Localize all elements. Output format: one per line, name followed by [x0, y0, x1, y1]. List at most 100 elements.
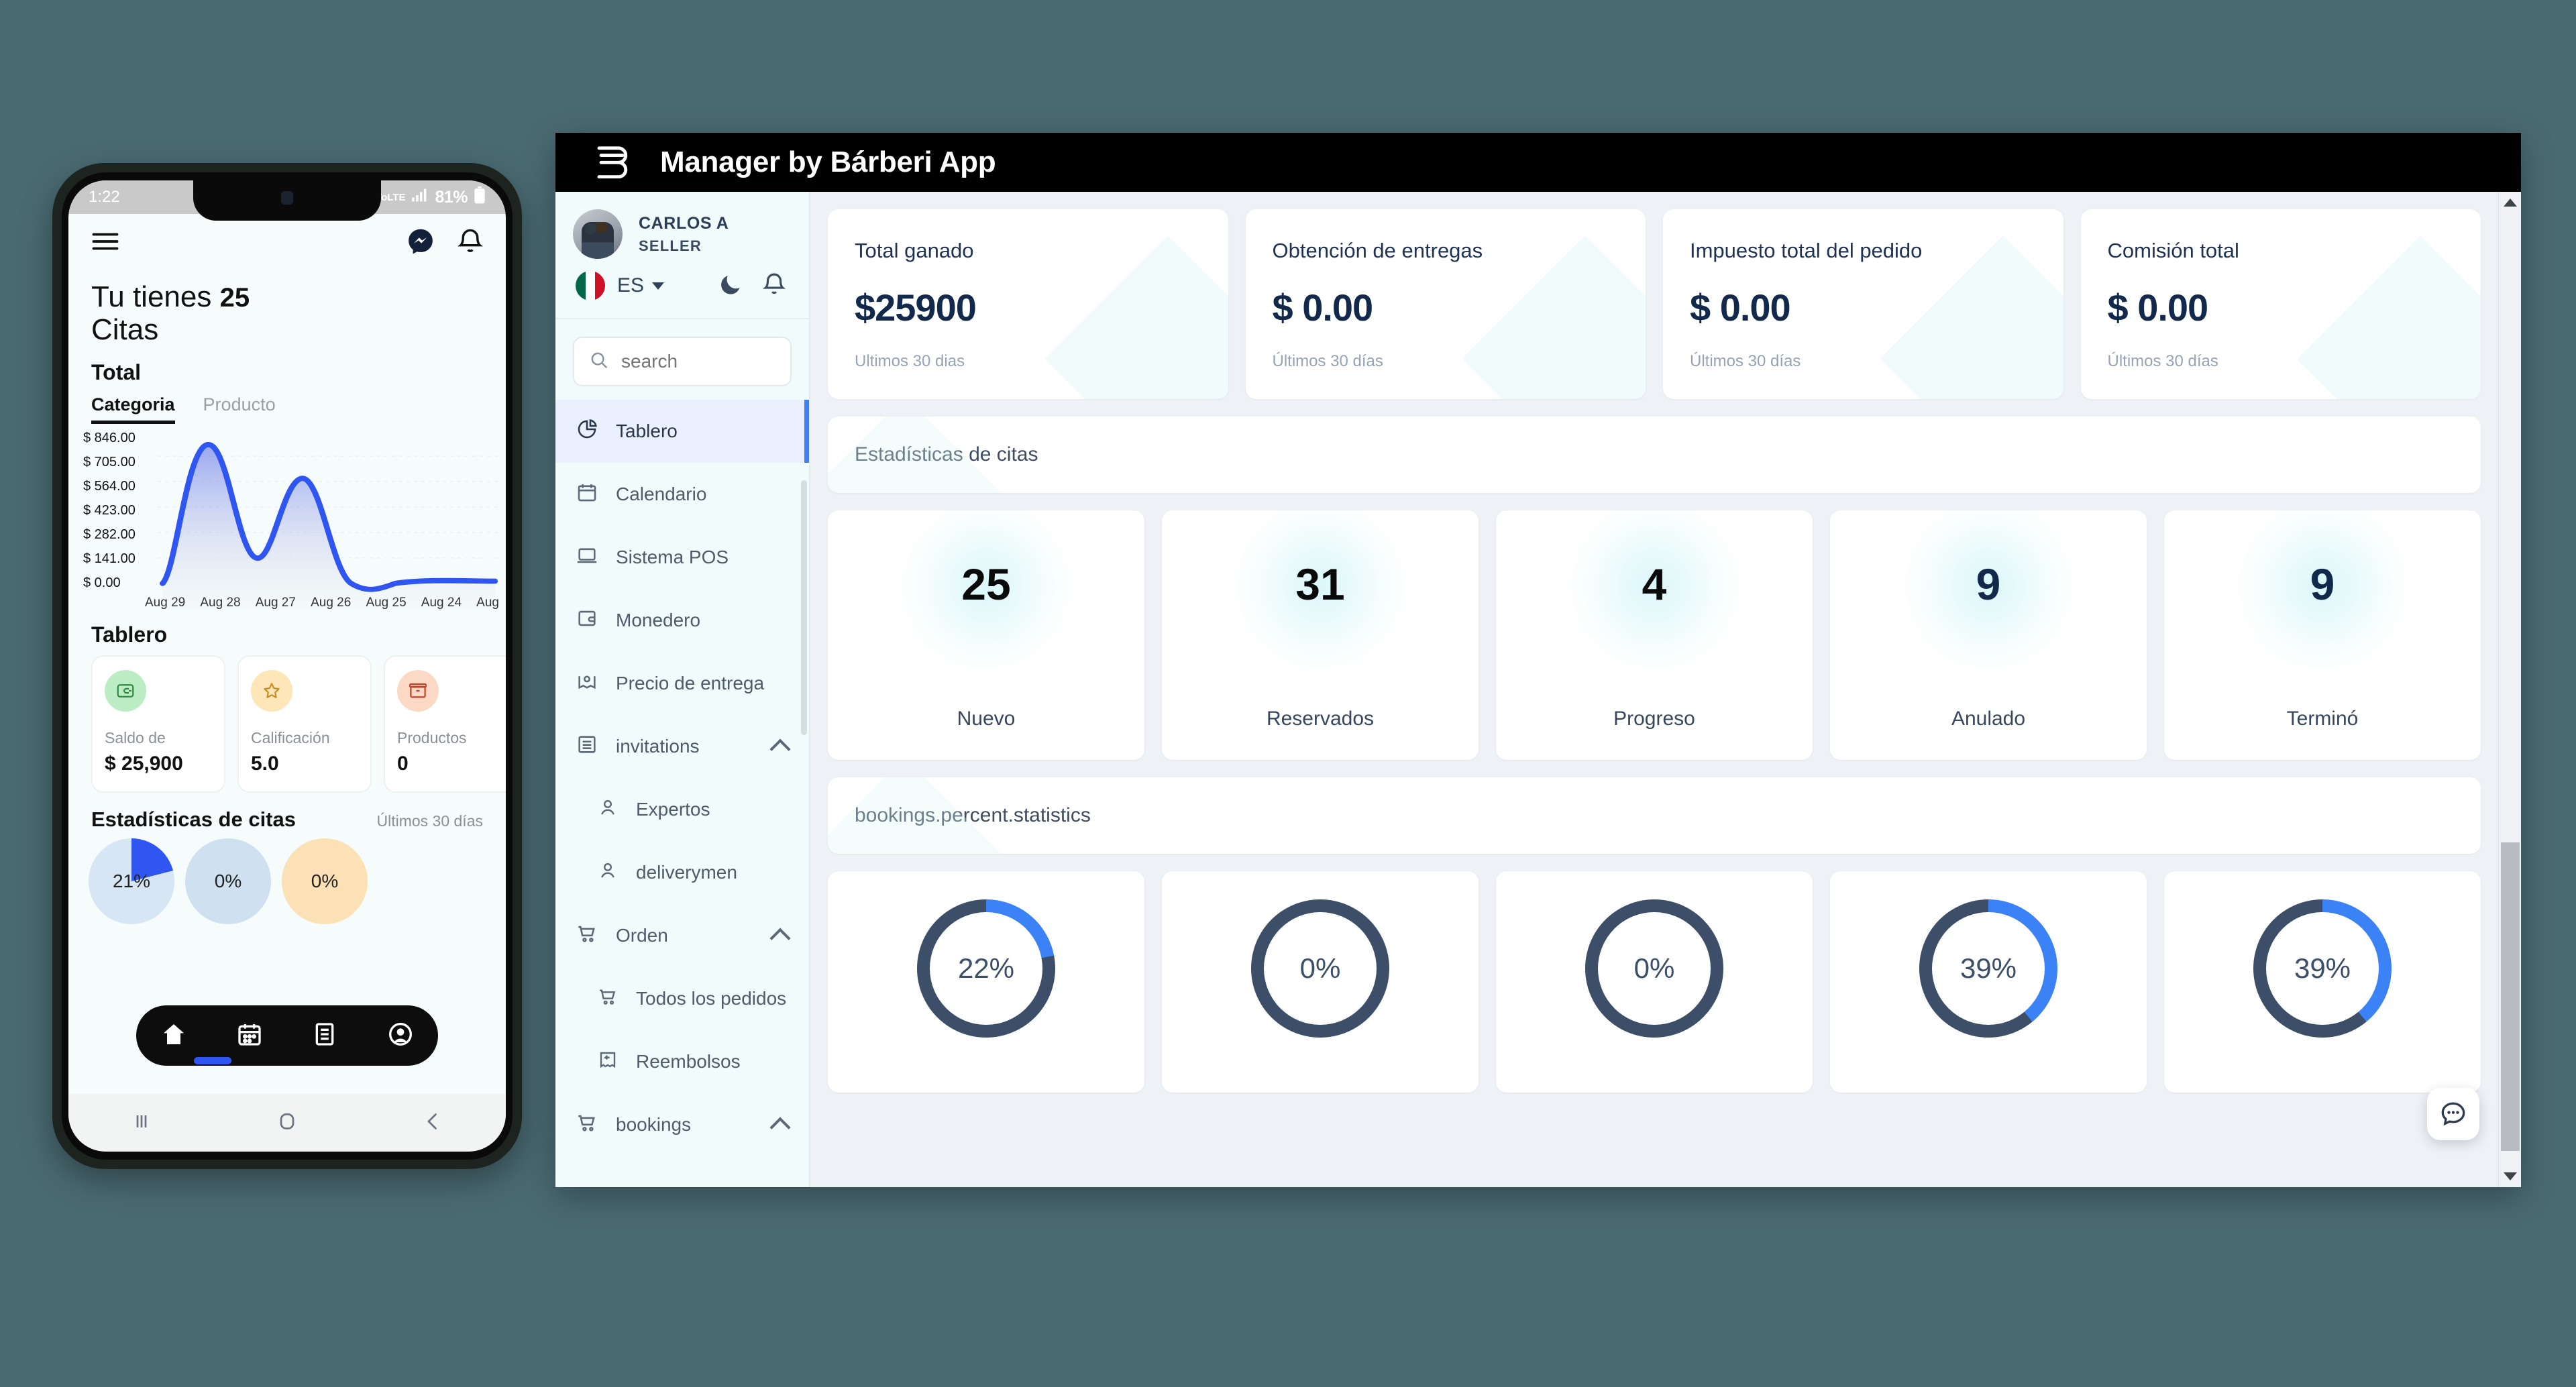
booking-stat-cards: 25 Nuevo 31 Reservados 4 Progreso 9 Anul… [828, 510, 2481, 760]
refund-icon [597, 1049, 619, 1075]
star-icon [251, 669, 292, 712]
phone-card-productos[interactable]: Productos 0 [384, 655, 506, 793]
kpi-value: $25900 [855, 286, 977, 329]
front-camera-icon [281, 191, 293, 205]
hamburger-menu-icon[interactable] [91, 231, 119, 256]
sidebar-scrollbar[interactable] [801, 480, 807, 735]
avatar [573, 209, 623, 259]
sidebar-item-deliverymen[interactable]: deliverymen [555, 841, 809, 904]
chevron-up-icon[interactable] [769, 738, 791, 760]
cart-icon [576, 1111, 598, 1139]
progress-donut: 39% [1919, 899, 2057, 1038]
title-prefix: Tu tienes [91, 280, 220, 313]
recents-icon[interactable] [129, 1109, 154, 1137]
barberi-logo-icon [596, 144, 637, 182]
kpi-title: Total ganado [855, 239, 974, 262]
bell-icon[interactable] [458, 227, 483, 259]
phone-chart-xtick: Aug 28 [200, 595, 241, 610]
scrollbar-thumb[interactable] [2501, 842, 2520, 1151]
sidebar-item-label: Precio de entrega [616, 673, 765, 694]
donut-card-4[interactable]: 39% [2164, 871, 2481, 1093]
chevron-down-icon[interactable] [652, 282, 665, 290]
back-icon[interactable] [421, 1109, 445, 1137]
phone-card-calificacion[interactable]: Calificación 5.0 [237, 655, 372, 793]
chat-bubble-icon[interactable] [2427, 1088, 2479, 1140]
sidebar-item-reembolsos[interactable]: Reembolsos [555, 1030, 809, 1093]
main-wrap: Total ganado $25900 Ultimos 30 dias Obte… [810, 192, 2521, 1187]
phone-section-total: Total [91, 359, 142, 384]
donut-card-3[interactable]: 39% [1830, 871, 2147, 1093]
moon-icon[interactable] [718, 272, 743, 300]
sidebar-item-expertos[interactable]: Expertos [555, 778, 809, 841]
stat-label: Progreso [1613, 708, 1695, 730]
sidebar-item-orden[interactable]: Orden [555, 904, 809, 967]
donut-percent-label: 22% [930, 912, 1042, 1025]
donut-card-1[interactable]: 0% [1162, 871, 1479, 1093]
laptop-icon [576, 544, 598, 571]
kpi-title: Comisión total [2107, 239, 2239, 262]
triangle-up-icon[interactable] [2503, 199, 2517, 207]
sidebar-item-todos-los-pedidos[interactable]: Todos los pedidos [555, 967, 809, 1030]
kpi-value: $ 0.00 [1272, 286, 1374, 329]
donut-percent-label: 39% [1932, 912, 2045, 1025]
phone-chart-plot [158, 429, 499, 610]
chevron-up-icon[interactable] [769, 1117, 791, 1138]
donut-percent-label: 0% [1598, 912, 1711, 1025]
progress-donut: 0% [1251, 899, 1389, 1038]
messenger-icon[interactable] [407, 227, 435, 259]
tab-categoria[interactable]: Categoria [91, 394, 175, 424]
bell-icon[interactable] [762, 272, 786, 300]
title-suffix: Citas [91, 313, 159, 347]
home-icon[interactable] [160, 1021, 187, 1051]
sidebar-item-precio-de-entrega[interactable]: Precio de entrega [555, 652, 809, 715]
sidebar-item-sistema-pos[interactable]: Sistema POS [555, 526, 809, 589]
search-input[interactable] [621, 351, 775, 372]
sidebar-item-bookings[interactable]: bookings [555, 1093, 809, 1156]
stat-card-reservados[interactable]: 31 Reservados [1162, 510, 1479, 760]
stat-card-termino[interactable]: 9 Terminó [2164, 510, 2481, 760]
donut-card-0[interactable]: 22% [828, 871, 1144, 1093]
progress-donut: 0% [1585, 899, 1723, 1038]
phone-donut-label: 21% [112, 870, 151, 891]
phone-chart-ytick: $ 423.00 [83, 503, 136, 518]
sidebar-item-label: Orden [616, 925, 668, 946]
tab-producto[interactable]: Producto [203, 394, 276, 424]
list-icon[interactable] [311, 1021, 338, 1051]
wallet-icon [105, 669, 146, 712]
wallet-icon [576, 607, 598, 634]
app-sidebar: CARLOS A SELLER ES search Tablero Calend… [555, 192, 810, 1187]
phone-system-nav[interactable] [68, 1094, 506, 1152]
app-window: Manager by Bárberi App CARLOS A SELLER E… [555, 133, 2521, 1187]
main-scrollbar[interactable] [2498, 192, 2521, 1187]
triangle-down-icon[interactable] [2503, 1172, 2517, 1180]
chevron-up-icon[interactable] [769, 928, 791, 949]
calendar-icon[interactable] [236, 1021, 263, 1051]
phone-chart-x-axis: Aug 29 Aug 28 Aug 27 Aug 26 Aug 25 Aug 24 Aug [145, 596, 499, 610]
stat-label: Terminó [2286, 708, 2359, 730]
donut-card-2[interactable]: 0% [1496, 871, 1813, 1093]
stat-number: 31 [1295, 559, 1345, 609]
phone-appbar [68, 214, 506, 266]
box-icon [397, 669, 439, 712]
home-icon[interactable] [275, 1109, 299, 1137]
language-code[interactable]: ES [617, 274, 644, 297]
sidebar-user-block[interactable]: CARLOS A SELLER [555, 192, 809, 271]
stat-card-nuevo[interactable]: 25 Nuevo [828, 510, 1144, 760]
account-icon[interactable] [387, 1021, 414, 1051]
search-field[interactable] [573, 337, 792, 386]
stat-card-progreso[interactable]: 4 Progreso [1496, 510, 1813, 760]
phone-donut-label: 0% [311, 870, 339, 891]
sidebar-item-label: invitations [616, 736, 700, 757]
sidebar-item-invitations[interactable]: invitations [555, 715, 809, 778]
calendar-icon [576, 481, 598, 508]
sidebar-item-calendario[interactable]: Calendario [555, 463, 809, 526]
phone-bottom-nav[interactable] [136, 1005, 438, 1066]
sidebar-item-tablero[interactable]: Tablero [555, 400, 809, 463]
stat-number: 25 [961, 559, 1011, 609]
phone-page-title: Tu tienes 25 Citas [68, 266, 506, 349]
phone-card-label: Saldo de [105, 728, 166, 746]
stat-card-anulado[interactable]: 9 Anulado [1830, 510, 2147, 760]
kpi-period: Últimos 30 días [1272, 352, 1383, 370]
phone-card-saldo[interactable]: Saldo de $ 25,900 [91, 655, 225, 793]
sidebar-item-monedero[interactable]: Monedero [555, 589, 809, 652]
